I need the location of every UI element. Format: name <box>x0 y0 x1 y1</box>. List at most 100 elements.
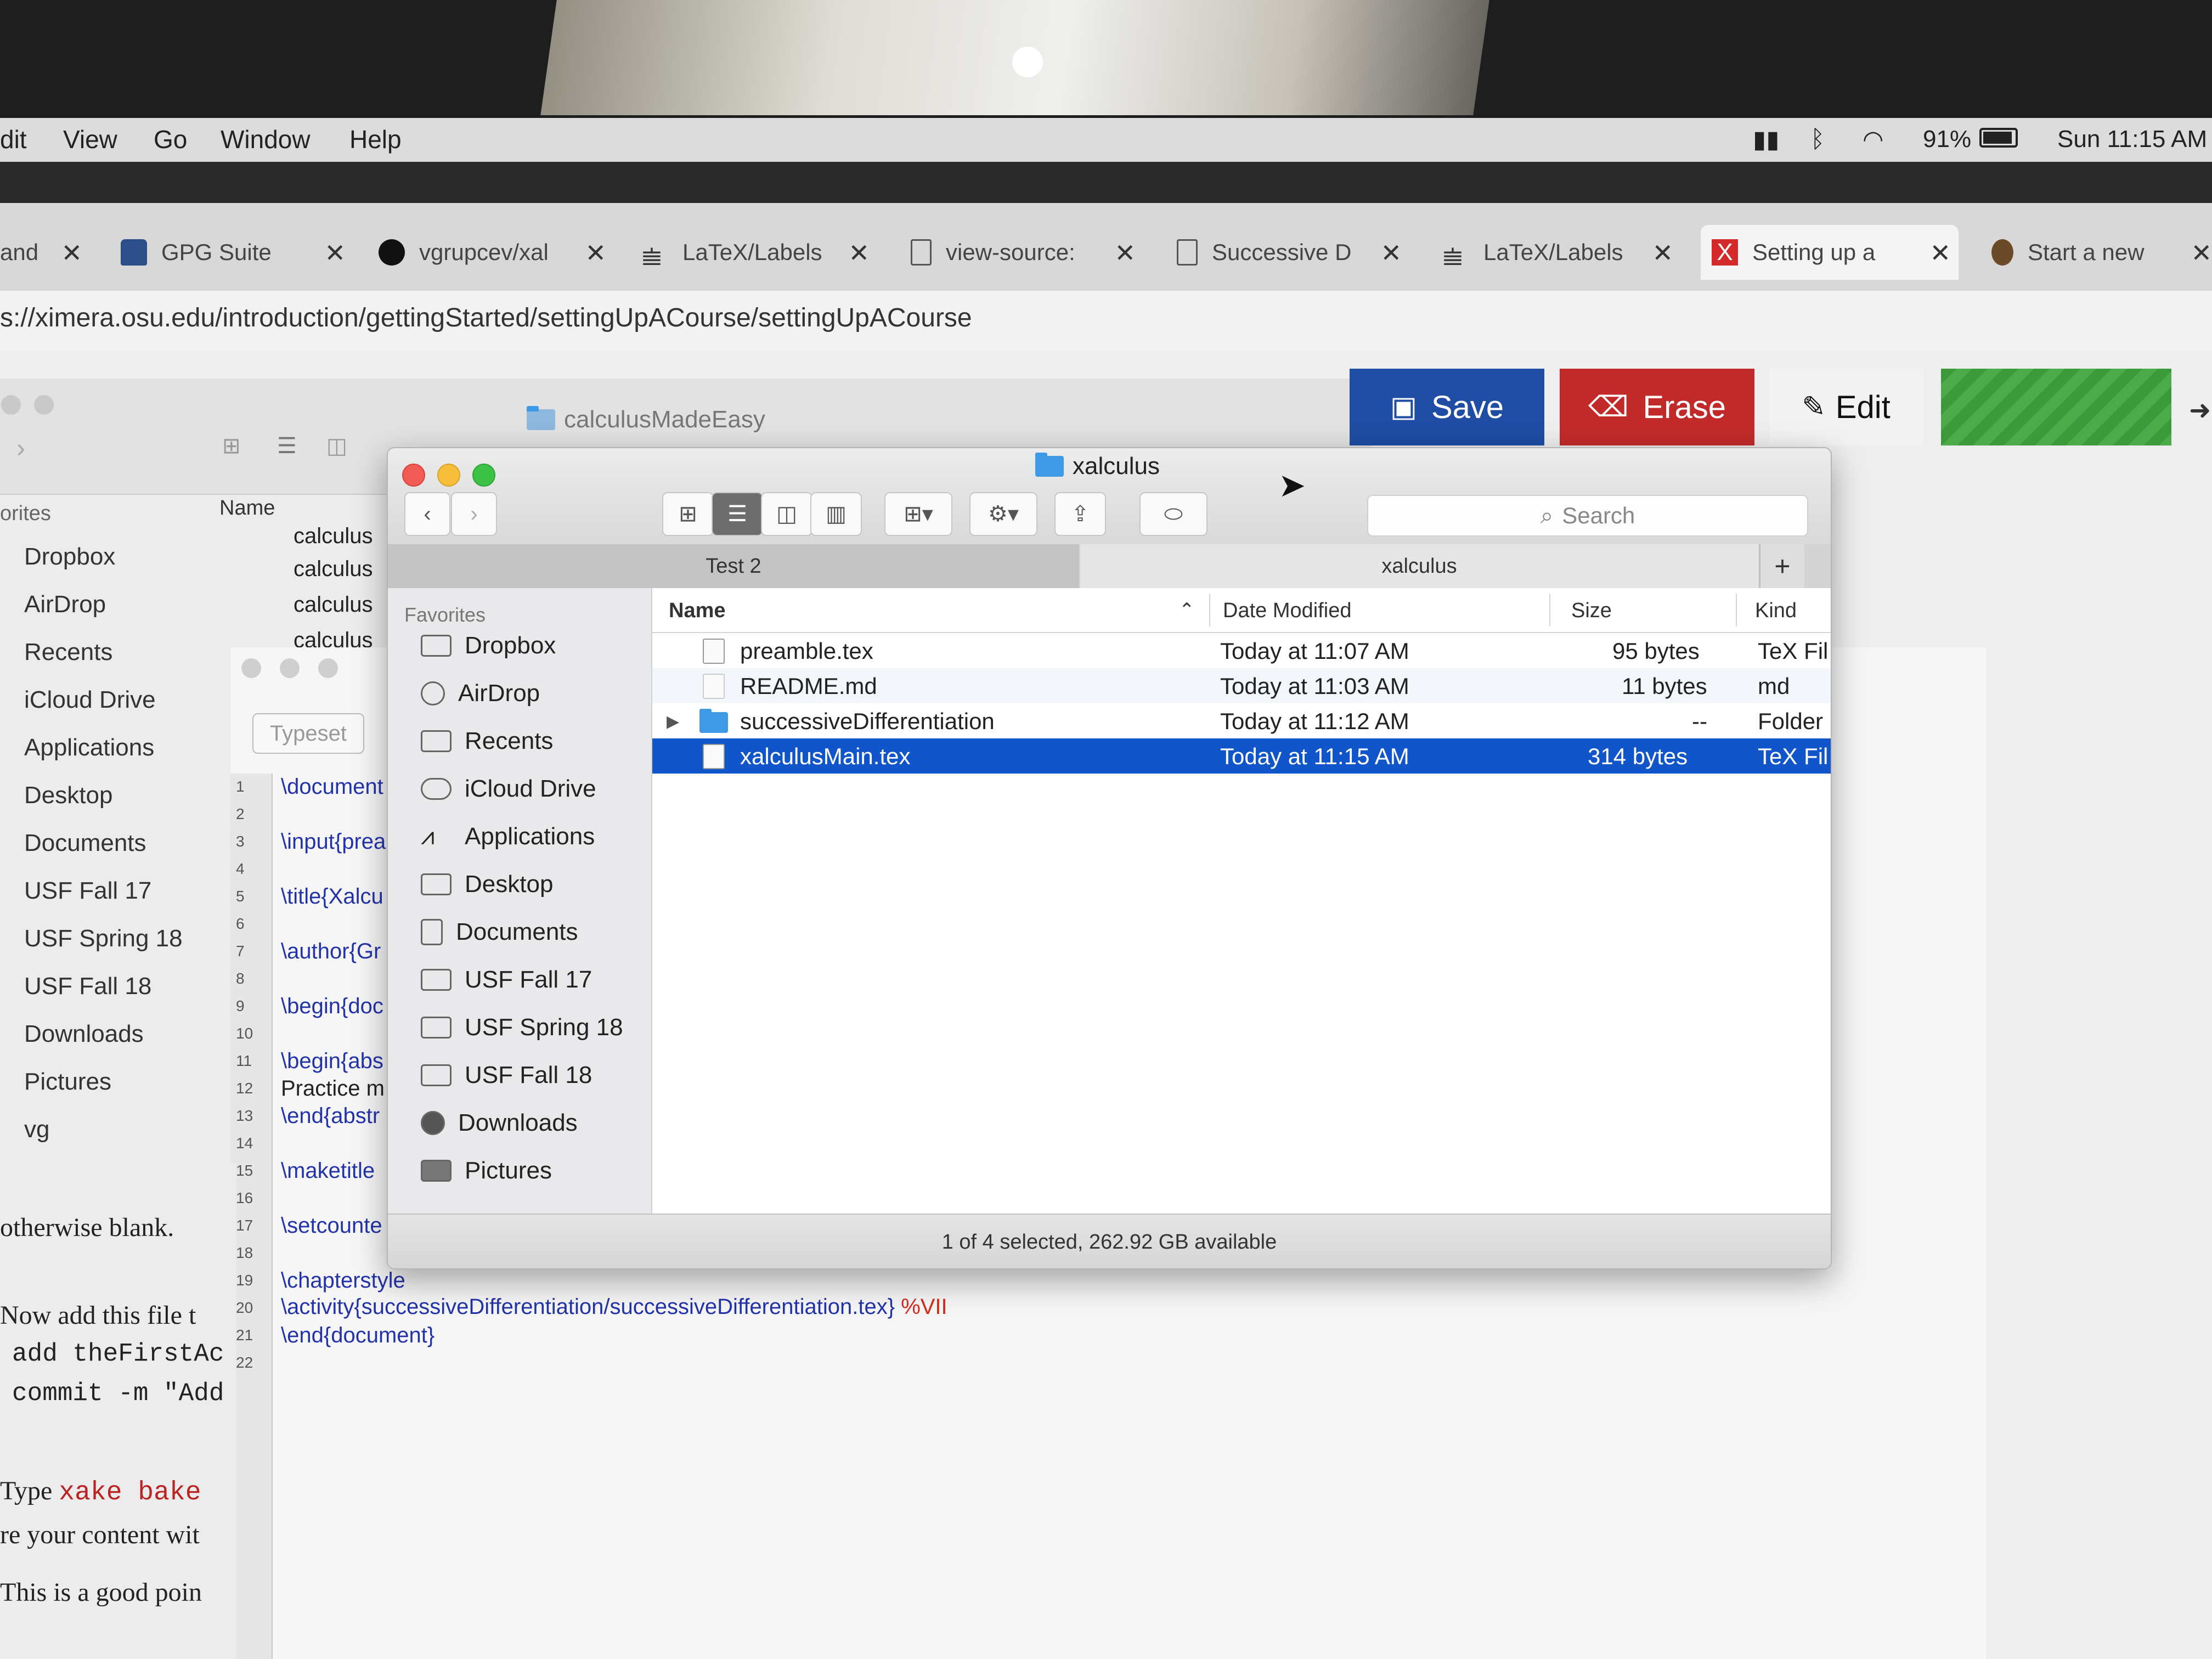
tab-successive[interactable]: Successive D ✕ <box>1177 225 1402 280</box>
sidebar-item-usf-fall-18[interactable]: USF Fall 18 <box>421 1062 592 1089</box>
share-button[interactable]: ⇪ <box>1054 492 1106 536</box>
back-sidebar-item[interactable]: Dropbox <box>0 543 219 591</box>
column-kind-header[interactable]: Kind <box>1755 599 1797 623</box>
sidebar-item-desktop[interactable]: Desktop <box>421 871 553 898</box>
close-icon[interactable]: ✕ <box>585 238 606 268</box>
sidebar-item-airdrop[interactable]: AirDrop <box>421 680 540 707</box>
table-row-selected[interactable]: xalculusMain.tex Today at 11:15 AM 314 b… <box>652 738 1831 774</box>
back-file-row[interactable]: calculus <box>294 592 373 617</box>
mission-control-icon[interactable]: ▮▮ <box>1753 126 1779 154</box>
back-sidebar-item[interactable]: vg <box>0 1116 219 1164</box>
finder-tab-xalculus[interactable]: xalculus <box>1080 544 1758 588</box>
back-sidebar-item[interactable]: USF Fall 17 <box>0 877 219 925</box>
table-row[interactable]: preamble.tex Today at 11:07 AM 95 bytes … <box>652 633 1831 668</box>
battery-percent[interactable]: 91% <box>1923 126 1971 153</box>
tab-0[interactable]: and ✕ <box>0 225 88 280</box>
window-control[interactable] <box>34 395 54 415</box>
save-button[interactable]: ▣ Save <box>1350 369 1544 445</box>
green-action-button[interactable] <box>1941 369 2171 445</box>
code-line[interactable]: \maketitle <box>281 1159 375 1183</box>
code-line[interactable]: \title{Xalcu <box>281 884 383 909</box>
close-icon[interactable]: ✕ <box>1929 238 1951 268</box>
window-control[interactable] <box>1 395 21 415</box>
code-line[interactable]: \begin{doc <box>281 994 383 1019</box>
code-line[interactable]: \author{Gr <box>281 939 381 964</box>
address-bar[interactable]: s://ximera.osu.edu/introduction/gettingS… <box>0 291 2212 352</box>
close-icon[interactable]: ✕ <box>1380 238 1402 268</box>
erase-button[interactable]: ⌫ Erase <box>1560 369 1754 445</box>
gallery-view-button[interactable]: ▥ <box>810 492 862 536</box>
code-line[interactable]: \input{prea <box>281 830 386 854</box>
finder-tab-test2[interactable]: Test 2 <box>388 544 1079 588</box>
column-view-button[interactable]: ◫ <box>761 492 812 536</box>
back-sidebar-item[interactable]: Documents <box>0 830 219 877</box>
close-icon[interactable]: ✕ <box>61 238 82 268</box>
new-tab-button[interactable]: + <box>1759 544 1804 588</box>
group-button[interactable]: ⊞▾ <box>884 492 952 536</box>
table-row[interactable]: ▶ successiveDifferentiation Today at 11:… <box>652 703 1831 738</box>
tab-github[interactable]: vgrupcev/xal ✕ <box>379 225 606 280</box>
code-line[interactable]: \end{abstr <box>281 1104 380 1128</box>
sidebar-item-dropbox[interactable]: Dropbox <box>421 632 556 659</box>
back-sidebar-item[interactable]: iCloud Drive <box>0 686 219 734</box>
disclosure-triangle-icon[interactable]: ▶ <box>667 712 679 731</box>
battery-icon[interactable] <box>1979 128 2018 148</box>
code-line[interactable]: Practice m <box>281 1076 385 1101</box>
window-control[interactable] <box>241 658 261 678</box>
action-button[interactable]: ⚙▾ <box>969 492 1037 536</box>
window-control[interactable] <box>318 658 338 678</box>
close-icon[interactable]: ✕ <box>1652 238 1673 268</box>
code-line[interactable]: \end{document} <box>281 1323 435 1348</box>
tags-button[interactable]: ⬭ <box>1139 492 1207 536</box>
code-line[interactable]: \document <box>281 775 383 799</box>
tab-latex-labels[interactable]: 𝍨 LaTeX/Labels ✕ <box>642 225 870 280</box>
tab-view-source[interactable]: view-source: ✕ <box>911 225 1136 280</box>
code-line[interactable]: \begin{abs <box>281 1049 383 1074</box>
sidebar-item-documents[interactable]: Documents <box>421 918 578 946</box>
sidebar-item-downloads[interactable]: Downloads <box>421 1109 578 1137</box>
back-name-header[interactable]: Name <box>219 496 275 520</box>
column-date-header[interactable]: Date Modified <box>1223 599 1351 623</box>
typeset-button[interactable]: Typeset <box>252 713 364 754</box>
tab-gpg-suite[interactable]: GPG Suite ✕ <box>121 225 346 280</box>
back-sidebar-item[interactable]: Downloads <box>0 1020 219 1068</box>
menu-go[interactable]: Go <box>154 125 187 154</box>
forward-button[interactable]: › <box>451 492 497 536</box>
forward-icon[interactable]: › <box>16 433 25 464</box>
close-icon[interactable]: ✕ <box>1114 238 1136 268</box>
back-sidebar-item[interactable]: Desktop <box>0 782 219 830</box>
back-sidebar-item[interactable]: Pictures <box>0 1068 219 1116</box>
close-icon[interactable]: ✕ <box>2191 238 2212 268</box>
sidebar-item-icloud[interactable]: iCloud Drive <box>421 775 596 803</box>
edit-button[interactable]: ✎ Edit <box>1769 369 1923 445</box>
sort-ascending-icon[interactable]: ⌃ <box>1179 599 1195 621</box>
sidebar-item-applications[interactable]: ⩘ Applications <box>421 823 595 850</box>
column-size-header[interactable]: Size <box>1571 599 1612 623</box>
back-sidebar-item[interactable]: USF Fall 18 <box>0 973 219 1020</box>
sidebar-item-usf-spring-18[interactable]: USF Spring 18 <box>421 1014 623 1041</box>
list-view-icon[interactable]: ☰ <box>277 433 297 459</box>
menu-help[interactable]: Help <box>349 125 402 154</box>
tab-setting-up[interactable]: X Setting up a ✕ <box>1701 225 1959 280</box>
url-text[interactable]: s://ximera.osu.edu/introduction/gettingS… <box>0 303 972 333</box>
arrow-right-icon[interactable]: ➜ <box>2189 395 2211 426</box>
sidebar-item-pictures[interactable]: Pictures <box>421 1157 552 1184</box>
tab-latex-labels-2[interactable]: 𝍨 LaTeX/Labels ✕ <box>1443 225 1673 280</box>
clock[interactable]: Sun 11:15 AM <box>2057 126 2207 153</box>
menu-view[interactable]: View <box>63 125 117 154</box>
list-view-button[interactable]: ☰ <box>712 492 763 536</box>
code-line[interactable]: \chapterstyle <box>281 1268 405 1293</box>
window-control[interactable] <box>280 658 300 678</box>
back-file-row[interactable]: calculus <box>294 524 373 549</box>
sidebar-item-usf-fall-17[interactable]: USF Fall 17 <box>421 966 592 994</box>
code-line[interactable]: \setcounte <box>281 1214 382 1238</box>
back-sidebar-item[interactable]: Applications <box>0 734 219 782</box>
back-sidebar-item[interactable]: Recents <box>0 639 219 686</box>
wifi-icon[interactable]: ◠ <box>1863 126 1883 154</box>
column-name-header[interactable]: Name <box>669 599 726 623</box>
code-line[interactable]: \activity{successiveDifferentiation/succ… <box>281 1295 947 1319</box>
bluetooth-icon[interactable]: ᛒ <box>1810 126 1825 153</box>
minimize-button[interactable] <box>437 464 460 487</box>
column-view-icon[interactable]: ◫ <box>326 433 347 459</box>
icon-view-icon[interactable]: ⊞ <box>222 433 241 459</box>
